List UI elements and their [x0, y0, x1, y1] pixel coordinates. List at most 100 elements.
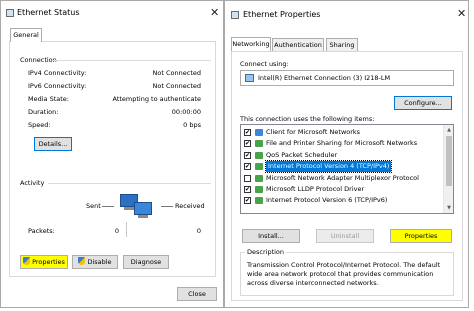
ipv6-label: IPv6 Connectivity: [28, 82, 87, 90]
status-close-icon[interactable]: ✕ [210, 7, 219, 18]
connect-using-label: Connect using: [240, 60, 289, 68]
tab-sharing-label: Sharing [329, 41, 355, 49]
duration-value: 00:00:00 [171, 108, 201, 116]
tab-authentication[interactable]: Authentication [272, 38, 324, 51]
item-label: File and Printer Sharing for Microsoft N… [266, 139, 418, 148]
checkbox-file-printer[interactable]: ✔ [244, 140, 251, 148]
ipv4-value: Not Connected [152, 69, 201, 77]
item-label: Client for Microsoft Networks [266, 128, 361, 136]
diagnose-button[interactable]: Diagnose [123, 255, 169, 269]
details-button[interactable]: Details... [34, 137, 72, 151]
protocol-icon [255, 185, 263, 193]
activity-divider-vertical [126, 222, 127, 237]
items-scrollbar[interactable]: ▲ ▼ [443, 125, 453, 213]
speed-label: Speed: [28, 121, 51, 129]
checkbox-client[interactable]: ✔ [244, 129, 251, 136]
description-heading: Description [245, 248, 287, 256]
status-general-panel: Connection IPv4 Connectivity: Not Connec… [9, 41, 216, 277]
checkbox-multiplexor[interactable] [244, 174, 251, 182]
packets-sent-value: 0 [114, 227, 119, 235]
install-label: Install... [258, 232, 284, 240]
list-item[interactable]: ✔ QoS Packet Scheduler [241, 150, 453, 161]
received-line [161, 206, 173, 207]
item-properties-button[interactable]: Properties [390, 229, 452, 243]
configure-button[interactable]: Configure... [394, 96, 452, 110]
diagnose-label: Diagnose [130, 258, 162, 266]
properties-window-icon [231, 11, 239, 19]
disable-label: Disable [87, 258, 112, 266]
description-line-1: Transmission Control Protocol/Internet P… [247, 261, 441, 269]
properties-close-icon[interactable]: ✕ [457, 8, 466, 19]
list-item[interactable]: ✔ Internet Protocol Version 6 (TCP/IPv6) [241, 195, 453, 206]
description-line-3: across diverse interconnected networks. [247, 279, 379, 287]
packets-label: Packets: [28, 227, 55, 235]
list-item[interactable]: ✔ Microsoft LLDP Protocol Driver [241, 184, 453, 195]
uninstall-label: Uninstall [330, 232, 360, 240]
install-button[interactable]: Install... [242, 229, 300, 243]
scroll-down-icon[interactable]: ▼ [444, 205, 453, 211]
tab-general-label: General [13, 31, 39, 39]
activity-divider [48, 183, 211, 184]
networking-panel: Connect using: Intel(R) Ethernet Connect… [231, 51, 463, 301]
item-properties-label: Properties [404, 232, 438, 240]
item-label: Microsoft Network Adapter Multiplexor Pr… [266, 173, 419, 182]
scrollbar-thumb[interactable] [446, 136, 452, 186]
uninstall-button[interactable]: Uninstall [316, 229, 374, 243]
list-item-selected[interactable]: ✔ Internet Protocol Version 4 (TCP/IPv4) [241, 160, 453, 174]
tab-general[interactable]: General [10, 28, 42, 42]
scroll-up-icon[interactable]: ▲ [444, 127, 453, 133]
connection-divider [53, 60, 211, 61]
sent-line [102, 206, 114, 207]
tab-networking-label: Networking [232, 40, 270, 48]
items-list: ✔ Client for Microsoft Networks ✔ File a… [240, 124, 454, 214]
checkbox-qos[interactable]: ✔ [244, 151, 251, 159]
activity-heading: Activity [20, 179, 45, 187]
close-label: Close [188, 290, 206, 298]
list-item[interactable]: ✔ File and Printer Sharing for Microsoft… [241, 138, 453, 149]
speed-value: 0 bps [183, 121, 201, 129]
close-button[interactable]: Close [177, 287, 217, 301]
sent-label: Sent [86, 202, 101, 210]
ethernet-status-window: Ethernet Status ✕ General Connection IPv… [0, 0, 224, 308]
protocol-icon [255, 174, 263, 182]
adapter-name: Intel(R) Ethernet Connection (3) I218-LM [258, 74, 391, 82]
connection-heading: Connection [20, 56, 57, 64]
network-service-icon [255, 151, 263, 159]
disable-button[interactable]: Disable [72, 255, 118, 269]
items-label: This connection uses the following items… [240, 115, 375, 123]
details-button-label: Details... [38, 140, 68, 148]
properties-window-title: Ethernet Properties [243, 10, 321, 19]
ipv4-label: IPv4 Connectivity: [28, 69, 87, 77]
item-label: Microsoft LLDP Protocol Driver [266, 184, 365, 193]
checkbox-lldp[interactable]: ✔ [244, 185, 251, 193]
item-label: Internet Protocol Version 4 (TCP/IPv4) [264, 160, 393, 174]
protocol-icon [255, 197, 263, 205]
tab-authentication-label: Authentication [274, 41, 322, 49]
description-line-2: wide area network protocol that provides… [247, 270, 434, 278]
checkbox-ipv6[interactable]: ✔ [244, 197, 251, 205]
duration-label: Duration: [28, 108, 59, 116]
shield-icon [78, 257, 86, 265]
network-client-icon [255, 129, 263, 136]
status-window-title: Ethernet Status [17, 8, 80, 17]
ipv6-value: Not Connected [152, 82, 201, 90]
tab-sharing[interactable]: Sharing [326, 38, 358, 51]
checkbox-ipv4[interactable]: ✔ [244, 163, 251, 171]
protocol-icon [255, 163, 263, 171]
status-properties-label: Properties [32, 258, 65, 266]
list-item[interactable]: Microsoft Network Adapter Multiplexor Pr… [241, 173, 453, 184]
configure-label: Configure... [404, 99, 442, 107]
list-item[interactable]: ✔ Client for Microsoft Networks [241, 127, 453, 138]
status-properties-button[interactable]: Properties [20, 255, 68, 269]
adapter-box: Intel(R) Ethernet Connection (3) I218-LM [240, 70, 454, 86]
description-group: Description Transmission Control Protoco… [240, 248, 454, 296]
network-computers-icon [118, 192, 156, 222]
item-label: QoS Packet Scheduler [266, 150, 338, 159]
network-service-icon [255, 140, 263, 148]
ethernet-properties-window: Ethernet Properties ✕ Networking Authent… [224, 0, 469, 308]
media-state-label: Media State: [28, 95, 69, 103]
received-label: Received [175, 202, 205, 210]
item-label: Internet Protocol Version 6 (TCP/IPv6) [266, 196, 388, 205]
tab-networking[interactable]: Networking [231, 37, 271, 51]
status-window-icon [6, 9, 14, 17]
